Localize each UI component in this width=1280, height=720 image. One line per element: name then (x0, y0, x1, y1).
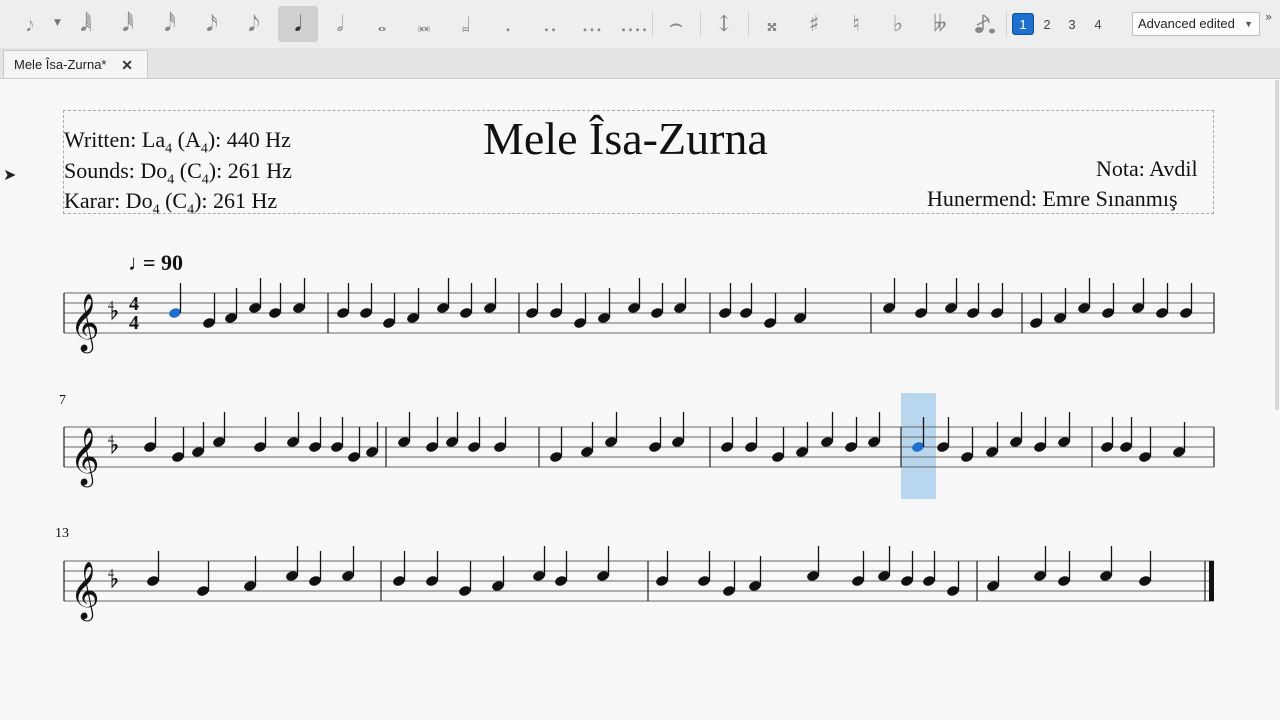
key-signature-icon[interactable]: 𝄳 (108, 433, 119, 458)
treble-clef-icon[interactable]: 𝄞 (70, 294, 100, 354)
tempo-marking[interactable]: = 90 (143, 250, 183, 275)
treble-clef-icon[interactable]: 𝄞 (70, 428, 100, 488)
treble-clef-icon[interactable]: 𝄞 (70, 562, 100, 622)
key-signature-icon[interactable]: 𝄳 (108, 299, 119, 324)
music-notation[interactable]: ♩ = 90 7 13 4 4 𝄞 𝄳𝄞 𝄳𝄞 𝄳 (0, 0, 1280, 720)
key-signature-icon[interactable]: 𝄳 (108, 567, 119, 592)
final-barline-thick[interactable] (1209, 561, 1214, 601)
measure-number: 7 (59, 393, 66, 408)
measure-number: 13 (55, 526, 69, 541)
